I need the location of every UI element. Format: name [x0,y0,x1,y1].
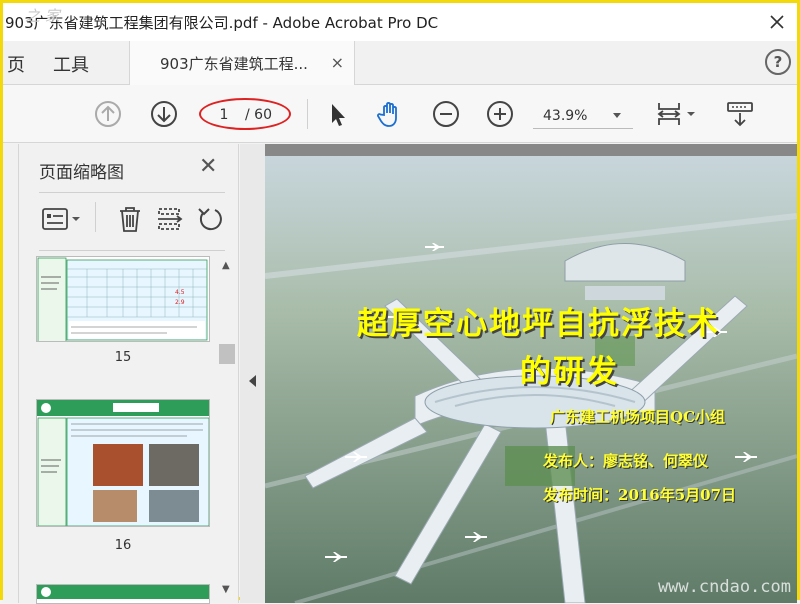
close-panel-icon[interactable]: ✕ [199,154,217,179]
page-thumbnail[interactable] [36,399,210,527]
options-menu-button[interactable] [41,204,83,234]
select-tool-button[interactable] [323,99,353,129]
document-tab-label: 903广东省建筑工程... [160,54,308,73]
page-fit-button[interactable] [653,99,699,129]
next-page-button[interactable] [149,99,179,129]
title-bar: 903广东省建筑工程集团有限公司.pdf - Adobe Acrobat Pro… [3,3,797,41]
scrollbar-thumb[interactable] [219,344,235,364]
toolbar: 1 / 60 43.9% [3,85,797,143]
zoom-out-button[interactable] [431,99,461,129]
slide-date: 发布时间：2016年5月07日 [543,486,737,504]
thumbnail-panel: 页面缩略图 ✕ 4.5 2.9 15 16 ▲ ▼ [19,144,239,604]
collapse-panel-icon[interactable] [249,375,256,387]
insert-page-button[interactable] [155,204,185,234]
document-view[interactable]: 超厚空心地坪自抗浮技术 的研发 广东建工机场项目QC小组 发布人：廖志铭、何翠仪… [265,144,797,603]
help-button[interactable]: ? [765,49,791,75]
window-title: 903广东省建筑工程集团有限公司.pdf - Adobe Acrobat Pro… [5,13,439,32]
zoom-level-select[interactable]: 43.9% [533,103,633,129]
delete-pages-button[interactable] [115,204,145,234]
page-thumbnail[interactable]: 4.5 2.9 [36,256,210,342]
home-tab[interactable]: 页 [7,51,25,77]
site-watermark: www.cndao.com [657,577,791,597]
page-thumbnail[interactable] [36,584,210,604]
svg-text:2.9: 2.9 [175,299,185,306]
slide-page: 超厚空心地坪自抗浮技术 的研发 广东建工机场项目QC小组 发布人：廖志铭、何翠仪… [265,156,797,603]
rotate-page-button[interactable] [195,204,225,234]
close-tab-icon[interactable]: × [331,53,344,72]
thumbnail-page-number: 15 [114,350,132,365]
tab-bar: 页 工具 903广东省建筑工程... × ? [3,41,797,85]
close-icon [770,15,784,29]
scroll-up-icon[interactable]: ▲ [222,260,230,271]
slide-author: 发布人：廖志铭、何翠仪 [543,452,709,470]
panel-divider [95,202,96,232]
panel-divider [39,192,225,193]
watermark-top: 之 家 [25,7,60,25]
highlight-ring [199,98,291,130]
slide-organization: 广东建工机场项目QC小组 [550,408,726,426]
tools-tab[interactable]: 工具 [53,51,89,77]
scroll-down-icon[interactable]: ▼ [222,584,230,595]
svg-text:4.5: 4.5 [175,289,185,296]
help-icon: ? [773,53,783,71]
hand-tool-button[interactable] [375,99,405,129]
chevron-down-icon [613,113,621,118]
panel-divider [39,250,225,251]
close-window-button[interactable] [757,3,797,41]
document-tab[interactable]: 903广东省建筑工程... × [129,41,355,85]
scrolling-mode-button[interactable] [725,99,755,129]
thumbnail-image: 4.5 2.9 [37,257,209,341]
side-edge [3,144,19,603]
zoom-level-value: 43.9% [543,107,588,124]
panel-title: 页面缩略图 [39,163,124,183]
thumbnail-image [37,585,209,603]
slide-title-line1: 超厚空心地坪自抗浮技术 [357,306,720,342]
previous-page-button[interactable] [93,99,123,129]
panel-collapse-strip[interactable] [240,144,265,603]
toolbar-divider [307,99,308,129]
thumbnail-image [37,400,209,526]
thumbnail-page-number: 16 [114,538,132,553]
thumbnail-scrollbar[interactable] [219,252,235,603]
zoom-in-button[interactable] [485,99,515,129]
slide-title-line2: 的研发 [520,354,619,390]
